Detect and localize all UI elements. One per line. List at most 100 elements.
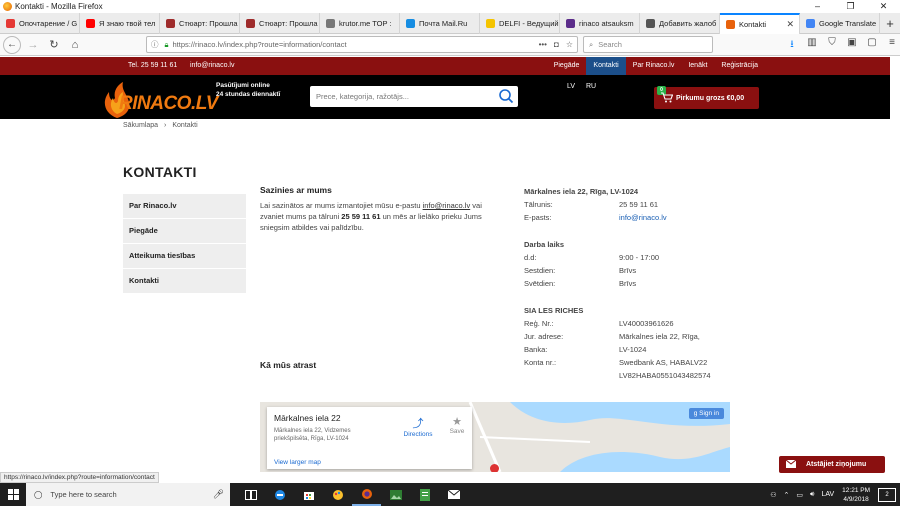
back-icon[interactable]: ← [3, 35, 21, 54]
top-menu-item[interactable]: Par Rinaco.lv [626, 57, 682, 75]
browser-tab[interactable]: Добавить жалоб [640, 13, 720, 34]
screenshot-icon[interactable]: ▢ [866, 37, 878, 54]
map-place-card: Mārkalnes iela 22 Mārkalnes iela 22, Vid… [267, 407, 472, 469]
windows-taskbar: ◯ Type here to search 🎤︎ ⚇ ⌃ ▭ 🔊︎ LAV 12… [0, 483, 900, 506]
browser-tab[interactable]: Стюарт: Прошла [240, 13, 320, 34]
edge-icon[interactable] [265, 483, 294, 506]
top-menu-item[interactable]: Reģistrācija [714, 57, 765, 75]
sidebar: Par Rinaco.lv Piegāde Atteikuma tiesības Ko… [123, 194, 246, 294]
tab-favicon-icon [726, 20, 735, 29]
minimize-button[interactable]: – [801, 0, 834, 13]
new-tab-button[interactable]: + [880, 13, 900, 33]
people-icon[interactable]: ⚇ [770, 491, 776, 499]
browser-tab[interactable]: Google Translate [800, 13, 880, 34]
reload-icon[interactable]: ↻ [45, 36, 63, 54]
breadcrumb: Sākumlapa › Kontakti [123, 122, 198, 129]
save-button[interactable]: ★ Save [447, 415, 467, 435]
shield-icon[interactable]: ⛉ [826, 37, 838, 54]
lang-ru[interactable]: RU [586, 83, 596, 90]
sidebar-item[interactable]: Piegāde [123, 219, 246, 243]
pocket-icon[interactable]: ◘ [554, 40, 559, 49]
close-tab-icon[interactable]: ✕ [786, 19, 794, 30]
star-icon: ★ [452, 416, 462, 428]
browser-tab[interactable]: Опочтарение / G [0, 13, 80, 34]
breadcrumb-home[interactable]: Sākumlapa [123, 122, 158, 129]
hours-day: Svētdien: [524, 279, 556, 288]
view-larger-map-link[interactable]: View larger map [274, 459, 321, 466]
url-text[interactable]: https://rinaco.lv/index.php?route=inform… [173, 40, 347, 49]
tray-expand-icon[interactable]: ⌃ [784, 491, 790, 499]
lang-lv[interactable]: LV [567, 83, 575, 90]
hours-value: Brīvs [619, 266, 637, 275]
site-top-strip: Tel. 25 59 11 61 info@rinaco.lv Piegāde K… [0, 57, 890, 75]
url-bar[interactable]: ⓘ 🔒︎ https://rinaco.lv/index.php?route=i… [146, 36, 578, 53]
bookmark-star-icon[interactable]: ☆ [566, 40, 573, 49]
sidebar-item[interactable]: Par Rinaco.lv [123, 194, 246, 218]
library-icon[interactable]: ▥ [806, 37, 818, 54]
start-button[interactable] [0, 483, 26, 506]
cart-button[interactable]: 0 Pirkumu grozs €0,00 [654, 86, 759, 109]
tab-label: Я знаю твой тел [99, 19, 156, 28]
page-actions-icon[interactable]: ••• [539, 40, 547, 49]
photos-icon[interactable] [381, 483, 410, 506]
site-logo[interactable]: RINACO.LV [97, 78, 222, 118]
tab-favicon-icon [566, 19, 575, 28]
sidebar-item[interactable]: Atteikuma tiesības [123, 244, 246, 268]
browser-tab[interactable]: rinaco atsauksm [560, 13, 640, 34]
notifications-icon[interactable]: 2 [878, 487, 896, 502]
top-menu-item[interactable]: Piegāde [547, 57, 587, 75]
map-pin-icon[interactable] [490, 464, 499, 472]
google-map[interactable]: Mārkalnes iela 22 Mārkalnes iela 22, Vid… [260, 402, 730, 472]
windows-icon [7, 489, 19, 500]
status-url: https://rinaco.lv/index.php?route=inform… [0, 472, 159, 483]
home-icon[interactable]: ⌂ [66, 36, 84, 54]
network-icon[interactable]: ▭ [796, 491, 803, 499]
forward-icon[interactable]: → [24, 36, 42, 54]
email-link[interactable]: info@rinaco.lv [619, 213, 667, 222]
mail-icon[interactable] [439, 483, 468, 506]
close-window-button[interactable]: ✕ [867, 0, 900, 13]
contact-email-link[interactable]: info@rinaco.lv [423, 201, 471, 210]
top-menu-item[interactable]: Kontakti [586, 57, 626, 75]
browser-tab[interactable]: Почта Mail.Ru [400, 13, 480, 34]
firefox-taskbar-icon[interactable] [352, 483, 381, 506]
input-language[interactable]: LAV [821, 491, 834, 498]
top-menu-item[interactable]: Ienākt [681, 57, 714, 75]
contact-text-1: Lai sazinātos ar mums izmantojiet mūsu e… [260, 201, 423, 210]
address-heading: Mārkalnes iela 22, Rīga, LV-1024 [524, 187, 639, 196]
maximize-button[interactable]: ❐ [834, 0, 867, 13]
info-icon[interactable]: ⓘ [151, 39, 159, 50]
directions-button[interactable]: ⤴ Directions [400, 415, 436, 438]
browser-tab[interactable]: Я знаю твой тел [80, 13, 160, 34]
store-icon[interactable] [294, 483, 323, 506]
paint-icon[interactable] [323, 483, 352, 506]
download-icon[interactable]: ⭳ [786, 37, 798, 54]
browser-tab[interactable]: Kontakti ✕ [720, 13, 800, 34]
notes-icon[interactable] [410, 483, 439, 506]
site-search-input[interactable]: Prece, kategorija, ražotājs... [310, 86, 518, 107]
top-phone: Tel. 25 59 11 61 [128, 62, 178, 69]
leave-message-button[interactable]: Atstājiet ziņojumu [779, 456, 885, 473]
extension-icon[interactable]: ▣ [846, 37, 858, 54]
tab-label: Стюарт: Прошла [179, 19, 238, 28]
browser-tab[interactable]: DELFI - Ведущий [480, 13, 560, 34]
konta-value: LV82HABA0551043482574 [619, 371, 711, 380]
sidebar-item[interactable]: Kontakti [123, 269, 246, 293]
microphone-icon[interactable]: 🎤︎ [213, 489, 224, 500]
browser-tab[interactable]: Стюарт: Прошла [160, 13, 240, 34]
search-bar[interactable]: ⌕ Search [583, 36, 713, 53]
map-sign-in-button[interactable]: g Sign in [688, 408, 724, 419]
jur-label: Jur. adrese: [524, 332, 564, 341]
volume-icon[interactable]: 🔊︎ [810, 491, 814, 499]
reg-value: LV40003961626 [619, 319, 674, 328]
search-icon[interactable] [498, 88, 514, 104]
tab-label: DELFI - Ведущий [499, 19, 559, 28]
menu-icon[interactable]: ≡ [886, 37, 898, 54]
top-email[interactable]: info@rinaco.lv [190, 62, 234, 69]
map-place-address: Mārkalnes iela 22, Vidzemes priekšpilsēt… [274, 428, 351, 442]
taskbar-search[interactable]: ◯ Type here to search 🎤︎ [26, 483, 230, 506]
clock[interactable]: 12:21 PM 4/9/2018 [842, 486, 870, 504]
task-view-icon[interactable] [236, 483, 265, 506]
breadcrumb-separator: › [164, 122, 167, 129]
browser-tab[interactable]: krutor.me TOP : [320, 13, 400, 34]
